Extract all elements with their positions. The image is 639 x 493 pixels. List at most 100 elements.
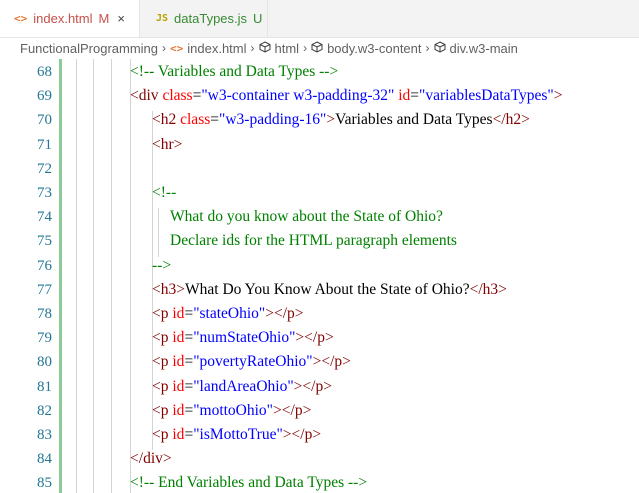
token-tag: p — [294, 401, 303, 419]
code-line: Declare ids for the HTML paragraph eleme… — [170, 232, 457, 250]
chevron-right-icon: › — [250, 41, 255, 55]
token-bracket: > — [176, 280, 185, 298]
token-bracket: > — [323, 377, 332, 395]
token-text: = — [410, 87, 420, 105]
token-bracket: < — [130, 87, 139, 105]
token-attr: id — [172, 329, 185, 347]
token-tag: p — [160, 305, 169, 322]
token-attr: id — [172, 377, 185, 395]
code-line: <p id="povertyRateOhio"></p> — [152, 353, 351, 371]
breadcrumb-label: html — [274, 40, 300, 56]
token-tag: div — [143, 450, 163, 468]
line-number: 68 — [37, 64, 52, 80]
html-file-icon: <> — [14, 12, 28, 25]
indent-guide — [76, 59, 77, 493]
token-bracket: ></ — [293, 377, 316, 395]
token-attr: id — [172, 401, 185, 419]
chevron-right-icon: › — [425, 41, 430, 55]
token-comment: Declare ids for the HTML paragraph eleme… — [170, 232, 457, 250]
token-value: "w3-padding-16" — [219, 111, 327, 129]
token-bracket: < — [152, 135, 161, 153]
token-bracket: </ — [130, 450, 144, 468]
tab-bar: <> index.html M × JS dataTypes.js U — [0, 0, 639, 38]
breadcrumb-item-file[interactable]: <> index.html — [170, 41, 247, 56]
code-line: What do you know about the State of Ohio… — [170, 208, 443, 226]
token-text: = — [184, 377, 194, 395]
token-bracket: > — [302, 401, 312, 419]
token-value: "stateOhio" — [193, 305, 266, 322]
breadcrumb: FunctionalProgramming › <> index.html › … — [0, 37, 639, 59]
token-bracket: ></ — [265, 305, 288, 322]
token-value: "povertyRateOhio" — [193, 353, 313, 371]
code-line: </div> — [130, 450, 172, 468]
indent-guide — [93, 59, 94, 493]
token-bracket: > — [342, 353, 351, 371]
breadcrumb-label: index.html — [187, 40, 247, 56]
token-attr: id — [172, 353, 185, 371]
token-text: = — [184, 329, 194, 347]
token-tag: p — [334, 353, 343, 371]
js-file-icon: JS — [156, 13, 169, 24]
breadcrumb-item-folder[interactable]: FunctionalProgramming — [20, 41, 158, 56]
breadcrumb-item-html[interactable]: html — [259, 40, 300, 56]
token-tag: h2 — [505, 111, 522, 129]
code-editor[interactable]: 68 69 70 71 72 73 74 75 76 77 78 79 80 81 82 83 84 85 <!-… — [0, 59, 639, 493]
token-value: "w3-container w3-padding-32" — [201, 87, 395, 105]
line-number: 83 — [37, 427, 52, 443]
line-number: 79 — [37, 330, 52, 347]
tab-label: dataTypes.js — [174, 11, 248, 26]
chevron-right-icon: › — [162, 41, 167, 55]
symbol-tag-icon — [434, 40, 446, 56]
line-number: 84 — [37, 451, 52, 468]
modified-badge: M — [98, 11, 110, 26]
token-value: "numStateOhio" — [193, 329, 296, 347]
token-attr: id — [398, 87, 411, 105]
line-number: 71 — [37, 136, 52, 153]
tab-datatypes-js[interactable]: JS dataTypes.js U — [140, 0, 268, 37]
token-comment: <!-- — [152, 184, 177, 201]
token-value: "isMottoTrue" — [193, 426, 283, 443]
token-bracket: > — [312, 426, 322, 443]
line-number: 77 — [37, 281, 52, 298]
close-icon[interactable]: × — [117, 11, 125, 26]
token-bracket: < — [152, 111, 161, 129]
line-number: 76 — [37, 257, 52, 274]
token-bracket: < — [152, 401, 161, 419]
token-comment: --> — [152, 256, 172, 274]
token-bracket: > — [521, 111, 530, 129]
symbol-tag-icon — [259, 40, 271, 56]
token-bracket: < — [152, 329, 161, 347]
token-tag: div — [138, 87, 159, 105]
token-tag: hr — [160, 135, 174, 153]
token-bracket: > — [294, 305, 304, 322]
code-line: <p id="stateOhio"></p> — [152, 305, 304, 323]
token-bracket: > — [324, 329, 334, 347]
breadcrumb-item-div[interactable]: div.w3-main — [434, 41, 518, 56]
line-number: 85 — [37, 475, 52, 492]
token-tag: p — [287, 305, 295, 322]
line-number: 70 — [37, 112, 52, 129]
indent-guide — [158, 208, 159, 257]
breadcrumb-item-body[interactable]: body.w3-content — [311, 40, 422, 56]
code-line: <p id="isMottoTrue"></p> — [152, 426, 321, 444]
token-bracket: ></ — [312, 353, 335, 371]
line-number: 78 — [37, 306, 52, 322]
token-bracket: < — [152, 353, 161, 371]
line-number: 82 — [37, 402, 52, 419]
token-attr: id — [172, 305, 185, 322]
breadcrumb-label: FunctionalProgramming — [20, 40, 159, 56]
symbol-tag-icon — [311, 40, 323, 56]
token-text: = — [184, 401, 194, 419]
token-attr: class — [180, 111, 211, 129]
token-text: Variables and Data Types — [335, 111, 493, 129]
code-line: <p id="landAreaOhio"></p> — [152, 378, 332, 396]
token-text: = — [184, 426, 194, 443]
token-tag: p — [160, 401, 169, 419]
html-file-icon: <> — [170, 41, 184, 55]
indent-guide — [130, 59, 131, 493]
code-line: --> — [152, 257, 171, 275]
tab-index-html[interactable]: <> index.html M × — [0, 0, 140, 37]
indent-guide — [111, 59, 112, 493]
code-line: <div class="w3-container w3-padding-32" … — [130, 87, 562, 105]
token-bracket: > — [326, 111, 336, 129]
